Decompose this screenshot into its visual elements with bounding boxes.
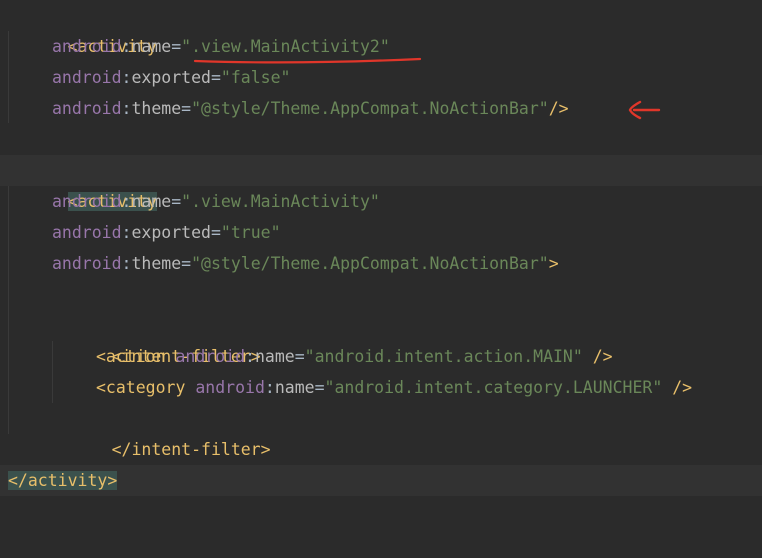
xml-attribute: exported bbox=[131, 68, 211, 87]
code-line: android:theme="@style/Theme.AppCompat.No… bbox=[52, 254, 559, 273]
xml-namespace: android bbox=[52, 223, 122, 242]
xml-namespace: android bbox=[52, 37, 122, 56]
xml-tag: </intent-filter> bbox=[111, 440, 271, 459]
red-arrow-left-icon bbox=[628, 100, 661, 120]
xml-namespace: android bbox=[175, 347, 246, 366]
xml-tag-highlighted: </activity bbox=[8, 471, 108, 490]
xml-tag-end: > bbox=[548, 254, 559, 273]
xml-value: "true" bbox=[220, 223, 281, 242]
xml-namespace: android bbox=[52, 68, 122, 87]
xml-namespace: android bbox=[195, 378, 265, 397]
code-line: <intent-filter> bbox=[0, 310, 762, 366]
xml-attribute: theme bbox=[131, 99, 182, 118]
xml-value: "android.intent.action.MAIN" bbox=[304, 347, 583, 366]
xml-attribute: name bbox=[131, 192, 172, 211]
xml-value: "@style/Theme.AppCompat.NoActionBar" bbox=[191, 99, 549, 118]
xml-tag: <category bbox=[96, 378, 186, 397]
xml-tag-end-highlighted: > bbox=[107, 471, 118, 490]
code-line: android:exported="true" bbox=[52, 223, 281, 242]
xml-tag: <action bbox=[96, 347, 166, 366]
xml-value: "@style/Theme.AppCompat.NoActionBar" bbox=[191, 254, 549, 273]
xml-tag-end: /> bbox=[662, 378, 693, 397]
code-line: android:exported="false" bbox=[52, 68, 291, 87]
code-line: <action android:name="android.intent.act… bbox=[96, 347, 613, 366]
xml-attribute: theme bbox=[131, 254, 182, 273]
xml-attribute: name bbox=[274, 378, 315, 397]
xml-value: "android.intent.category.LAUNCHER" bbox=[324, 378, 663, 397]
code-line: android:name=".view.MainActivity" bbox=[52, 192, 380, 211]
red-underline-annotation bbox=[193, 57, 422, 64]
xml-tag-end: /> bbox=[582, 347, 613, 366]
xml-namespace: android bbox=[52, 254, 122, 273]
xml-value: "false" bbox=[220, 68, 291, 87]
code-line: <activity bbox=[0, 0, 762, 56]
xml-tag-end: /> bbox=[548, 99, 569, 118]
xml-attribute: exported bbox=[131, 223, 211, 242]
xml-namespace: android bbox=[52, 192, 122, 211]
code-line: </intent-filter> bbox=[0, 403, 762, 459]
xml-namespace: android bbox=[52, 99, 122, 118]
code-line-current: <activity bbox=[0, 155, 762, 211]
xml-value: ".view.MainActivity2" bbox=[181, 37, 390, 56]
xml-value: ".view.MainActivity" bbox=[181, 192, 380, 211]
xml-attribute: name bbox=[131, 37, 172, 56]
code-editor[interactable]: <activity android:name=".view.MainActivi… bbox=[0, 0, 762, 503]
xml-attribute: name bbox=[254, 347, 295, 366]
code-line-current: </activity> bbox=[0, 465, 762, 496]
code-line: <category android:name="android.intent.c… bbox=[96, 378, 693, 397]
